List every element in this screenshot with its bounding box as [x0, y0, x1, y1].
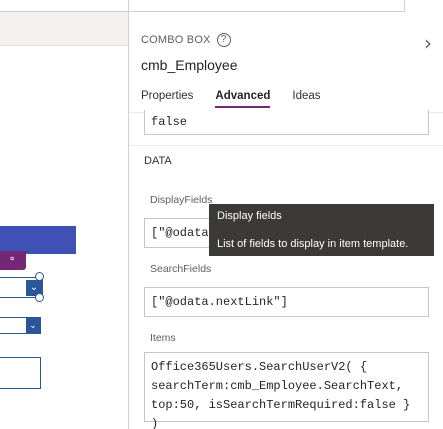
search-fields-label: SearchFields: [150, 263, 212, 275]
tooltip-body: List of fields to display in item templa…: [217, 238, 409, 250]
previous-property-field[interactable]: false: [144, 110, 429, 135]
tab-advanced[interactable]: Advanced: [215, 90, 270, 108]
control-type-label: COMBO BOX: [141, 34, 211, 46]
items-line-2: searchTerm:cmb_Employee.SearchText,: [151, 379, 404, 393]
display-fields-label: DisplayFields: [150, 194, 213, 206]
tab-ideas[interactable]: Ideas: [292, 90, 320, 108]
items-label: Items: [150, 332, 176, 344]
control-name[interactable]: cmb_Employee: [141, 57, 238, 73]
chevron-down-icon: ⌄: [26, 318, 40, 333]
screen-header-bar[interactable]: [0, 226, 76, 254]
pane-top-border: [129, 0, 405, 12]
pane-tabs: Properties Advanced Ideas: [141, 90, 343, 108]
tooltip-title: Display fields: [217, 210, 282, 222]
resize-handle-top-right[interactable]: [35, 272, 44, 281]
items-formula-input[interactable]: Office365Users.SearchUserV2( { searchTer…: [144, 352, 429, 429]
display-fields-tooltip: Display fields List of fields to display…: [209, 204, 434, 256]
lightbulb-icon: ⚬: [8, 254, 17, 265]
tab-properties[interactable]: Properties: [141, 90, 193, 108]
ideas-chip[interactable]: ⚬: [0, 251, 26, 270]
help-icon[interactable]: ?: [216, 33, 231, 47]
design-canvas[interactable]: ⚬ ⌄ ⌄: [0, 0, 128, 429]
section-divider: [129, 145, 443, 146]
canvas-toolbar: [0, 0, 128, 12]
dropdown-control[interactable]: ⌄: [0, 317, 41, 334]
text-input-control[interactable]: [0, 357, 41, 389]
search-fields-input[interactable]: ["@odata.nextLink"]: [144, 287, 429, 317]
items-line-3: top:50, isSearchTermRequired:false } ): [151, 398, 411, 429]
section-title-data: DATA: [144, 155, 172, 167]
items-line-1: Office365Users.SearchUserV2( {: [151, 360, 368, 374]
chevron-right-icon[interactable]: ›: [419, 31, 437, 55]
control-type-header: COMBO BOX ?: [141, 33, 231, 47]
resize-handle-bottom-right[interactable]: [35, 293, 44, 302]
